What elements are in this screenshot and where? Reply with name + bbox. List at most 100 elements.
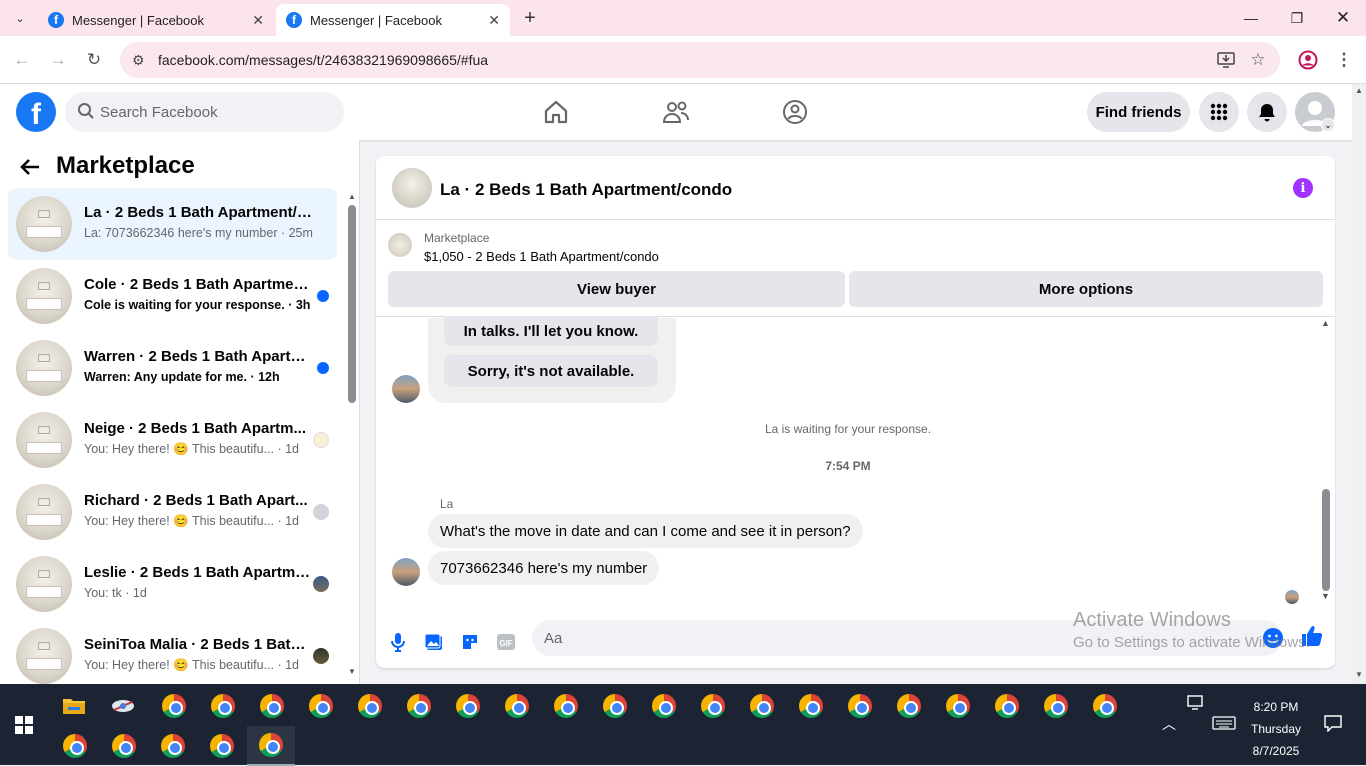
window-close-button[interactable]: ✕ [1320, 0, 1366, 36]
chrome-icon[interactable] [1032, 686, 1080, 726]
restore-button[interactable]: ❐ [1274, 0, 1320, 36]
conversation-item[interactable]: La · 2 Beds 1 Bath Apartment/co... La: 7… [8, 188, 337, 260]
listing-thumbnail [16, 628, 72, 684]
back-button[interactable]: ← [10, 48, 34, 72]
profile-icon[interactable] [1296, 48, 1320, 72]
find-friends-button[interactable]: Find friends [1087, 92, 1190, 132]
reload-button[interactable]: ↻ [82, 48, 106, 72]
info-icon[interactable]: i [1293, 178, 1313, 198]
address-bar[interactable]: ⚙ facebook.com/messages/t/24638321969098… [120, 42, 1280, 78]
quick-reply-button[interactable]: Sorry, it's not available. [444, 355, 658, 387]
scrollbar-thumb[interactable] [348, 205, 356, 403]
chrome-icon[interactable] [1081, 686, 1129, 726]
view-buyer-button[interactable]: View buyer [388, 271, 845, 307]
chrome-icon[interactable] [689, 686, 737, 726]
chrome-icon[interactable] [542, 686, 590, 726]
chrome-icon[interactable] [787, 686, 835, 726]
file-explorer-icon[interactable] [50, 686, 98, 726]
panel-title: Marketplace [56, 152, 195, 179]
conversation-name: Warren · 2 Beds 1 Bath Apartm... [84, 348, 314, 365]
contact-avatar[interactable] [392, 375, 420, 403]
tab-messenger-2[interactable]: f Messenger | Facebook ✕ [276, 4, 510, 36]
groups-icon[interactable] [779, 96, 811, 128]
chrome-icon[interactable] [198, 726, 246, 766]
more-options-button[interactable]: More options [849, 271, 1323, 307]
install-app-icon[interactable] [1214, 48, 1238, 72]
home-icon[interactable] [540, 96, 572, 128]
listing-price[interactable]: $1,050 - 2 Beds 1 Bath Apartment/condo [424, 249, 659, 264]
chrome-icon[interactable] [395, 686, 443, 726]
chrome-icon[interactable] [51, 726, 99, 766]
notification-center-icon[interactable] [1323, 714, 1343, 737]
tab-messenger-1[interactable]: f Messenger | Facebook ✕ [38, 4, 274, 36]
bookmark-star-icon[interactable]: ☆ [1246, 48, 1270, 72]
contact-avatar[interactable] [392, 558, 420, 586]
close-icon[interactable]: ✕ [488, 12, 500, 29]
conversation-item[interactable]: Leslie · 2 Beds 1 Bath Apartme... You: t… [8, 548, 337, 620]
chrome-icon[interactable] [248, 686, 296, 726]
chrome-icon[interactable] [738, 686, 786, 726]
sticker-icon[interactable] [458, 630, 482, 654]
system-clock[interactable]: 8:20 PM Thursday 8/7/2025 [1240, 696, 1312, 762]
chrome-icon[interactable] [836, 686, 884, 726]
friends-icon[interactable] [660, 96, 692, 128]
chrome-icon[interactable] [444, 686, 492, 726]
keyboard-icon[interactable] [1212, 716, 1236, 735]
chrome-icon[interactable] [150, 686, 198, 726]
message-bubble[interactable]: 7073662346 here's my number [428, 551, 660, 585]
quick-reply-button[interactable]: In talks. I'll let you know. [444, 316, 658, 346]
chevron-up-icon[interactable]: ︿ [1162, 714, 1176, 734]
chrome-icon[interactable] [983, 686, 1031, 726]
chrome-icon[interactable] [934, 686, 982, 726]
conversation-item[interactable]: Richard · 2 Beds 1 Bath Apart... You: He… [8, 476, 337, 548]
conversation-snippet: Cole is waiting for your response. · 3h [84, 298, 311, 312]
clock-day: Thursday [1250, 722, 1302, 736]
conversation-item[interactable]: Warren · 2 Beds 1 Bath Apartm... Warren:… [8, 332, 337, 404]
conversation-item[interactable]: Cole · 2 Beds 1 Bath Apartmen... Cole is… [8, 260, 337, 332]
minimize-button[interactable]: — [1228, 0, 1274, 36]
notifications-bell-icon[interactable] [1247, 92, 1287, 132]
chrome-icon[interactable] [885, 686, 933, 726]
menu-grid-icon[interactable] [1199, 92, 1239, 132]
listing-avatar[interactable] [392, 168, 432, 208]
conversation-name: Leslie · 2 Beds 1 Bath Apartme... [84, 564, 314, 581]
windows-start-icon[interactable] [0, 684, 48, 765]
chevron-down-icon[interactable]: ⌄ [1321, 118, 1335, 132]
chrome-icon[interactable] [100, 726, 148, 766]
conversation-snippet: You: Hey there! 😊 This beautifu... · 1d [84, 514, 299, 528]
tab-search-icon[interactable]: ⌄ [8, 8, 32, 28]
back-arrow-icon[interactable] [20, 156, 40, 182]
forward-button[interactable]: → [46, 48, 70, 72]
network-icon[interactable] [1186, 694, 1206, 717]
chrome-icon[interactable] [640, 686, 688, 726]
sidebar-scrollbar[interactable]: ▲ ▼ [347, 192, 357, 684]
chrome-icon[interactable] [149, 726, 197, 766]
chrome-icon[interactable] [591, 686, 639, 726]
message-bubble[interactable]: What's the move in date and can I come a… [428, 514, 863, 548]
app-icon[interactable] [99, 686, 147, 726]
facebook-logo[interactable]: f [16, 92, 56, 132]
gif-icon[interactable]: GIF [494, 630, 518, 654]
chrome-icon[interactable] [493, 686, 541, 726]
microphone-icon[interactable] [386, 630, 410, 654]
conversation-name: Neige · 2 Beds 1 Bath Apartm... [84, 420, 306, 437]
listing-thumbnail[interactable] [388, 233, 412, 257]
page-scrollbar[interactable]: ▲ ▼ [1352, 84, 1366, 684]
photo-icon[interactable] [422, 630, 446, 654]
new-tab-button[interactable]: + [518, 6, 542, 30]
browser-menu-icon[interactable]: ⋮ [1332, 48, 1356, 72]
conversation-item[interactable]: Neige · 2 Beds 1 Bath Apartm... You: Hey… [8, 404, 337, 476]
chat-title[interactable]: La · 2 Beds 1 Bath Apartment/condo [440, 180, 732, 200]
chat-scrollbar[interactable]: ▲ ▼ [1320, 318, 1332, 601]
conversation-item[interactable]: SeiniToa Malia · 2 Beds 1 Bath ... You: … [8, 620, 337, 684]
chrome-icon[interactable] [346, 686, 394, 726]
close-icon[interactable]: ✕ [252, 12, 264, 29]
clock-date: 8/7/2025 [1252, 744, 1300, 758]
scrollbar-thumb[interactable] [1322, 489, 1330, 591]
chrome-icon[interactable] [247, 726, 295, 766]
chrome-icon[interactable] [297, 686, 345, 726]
chrome-icon[interactable] [199, 686, 247, 726]
conversation-name: Cole · 2 Beds 1 Bath Apartmen... [84, 276, 314, 293]
search-input[interactable]: Search Facebook [65, 92, 344, 132]
site-info-icon[interactable]: ⚙ [132, 52, 145, 69]
